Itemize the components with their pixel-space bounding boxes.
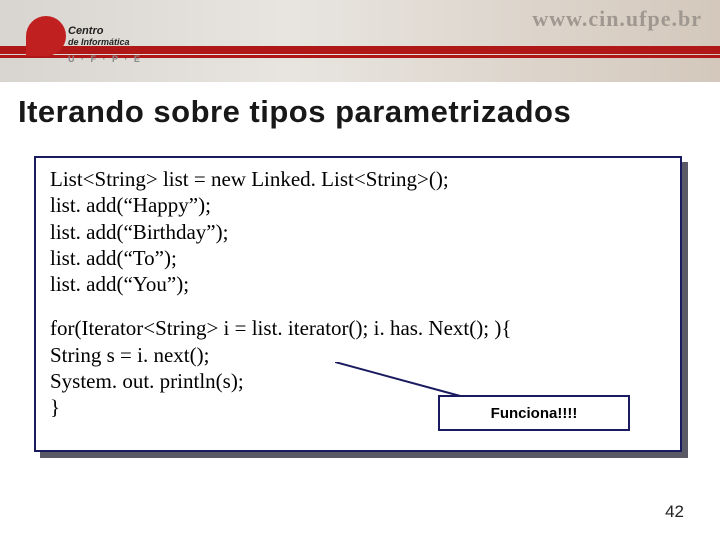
logo-text: Centro de Informática: [68, 26, 130, 47]
code-line: list. add(“Birthday”);: [50, 219, 666, 245]
slide-title: Iterando sobre tipos parametrizados: [18, 94, 720, 130]
code-line: list. add(“To”);: [50, 245, 666, 271]
logo-subtext: U · F · P · E: [68, 54, 142, 64]
slide-header: www.cin.ufpe.br Centro de Informática U …: [0, 0, 720, 82]
logo-mark-icon: [26, 16, 66, 56]
code-line: for(Iterator<String> i = list. iterator(…: [50, 315, 666, 341]
code-line: String s = i. next();: [50, 342, 666, 368]
callout-box: Funciona!!!!: [438, 395, 630, 431]
logo: Centro de Informática U · F · P · E: [26, 12, 176, 74]
logo-line2: de Informática: [68, 38, 130, 47]
header-url: www.cin.ufpe.br: [532, 6, 702, 32]
page-number: 42: [665, 502, 684, 522]
callout-text: Funciona!!!!: [491, 405, 578, 422]
code-line: List<String> list = new Linked. List<Str…: [50, 166, 666, 192]
code-line: list. add(“Happy”);: [50, 192, 666, 218]
code-line: list. add(“You”);: [50, 271, 666, 297]
logo-line1: Centro: [68, 26, 130, 38]
code-line: System. out. println(s);: [50, 368, 666, 394]
